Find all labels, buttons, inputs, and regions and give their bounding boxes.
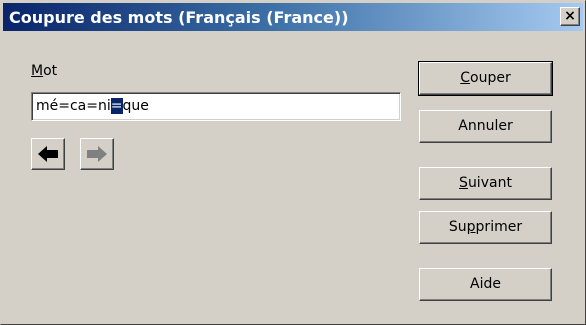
word-value-before: mé=ca=ni	[36, 98, 111, 114]
aide-label: Aide	[470, 276, 501, 292]
dialog-title: Coupure des mots (Français (France))	[9, 8, 349, 27]
annuler-button[interactable]: Annuler	[419, 110, 552, 143]
supprimer-pre: Su	[448, 219, 467, 235]
supprimer-rest: primer	[475, 219, 523, 235]
arrow-left-icon	[38, 146, 58, 162]
suivant-accel: S	[459, 175, 468, 191]
word-label-rest: ot	[43, 63, 58, 79]
close-button[interactable]: ×	[560, 7, 580, 26]
annuler-label: Annuler	[458, 118, 513, 134]
word-label: Mot	[31, 63, 57, 79]
aide-button[interactable]: Aide	[419, 268, 552, 301]
word-field[interactable]: mé=ca=ni=que	[31, 92, 401, 121]
arrow-right-icon	[87, 146, 107, 162]
word-value-after: que	[122, 98, 149, 114]
hyphenation-dialog: Coupure des mots (Français (France)) × M…	[0, 0, 586, 325]
close-icon: ×	[564, 8, 576, 24]
next-hyphen-button[interactable]	[80, 138, 114, 170]
supprimer-button[interactable]: Supprimer	[419, 211, 552, 244]
supprimer-accel: p	[466, 219, 476, 235]
previous-hyphen-button[interactable]	[31, 138, 65, 170]
suivant-button[interactable]: Suivant	[419, 167, 552, 200]
couper-button[interactable]: Couper	[418, 61, 553, 96]
couper-accel: C	[460, 70, 471, 86]
couper-rest: ouper	[470, 70, 511, 86]
hyphen-cursor: =	[110, 98, 123, 114]
suivant-rest: uivant	[467, 175, 512, 191]
word-label-accel: M	[31, 63, 44, 79]
title-bar[interactable]: Coupure des mots (Français (France)) ×	[3, 3, 583, 31]
